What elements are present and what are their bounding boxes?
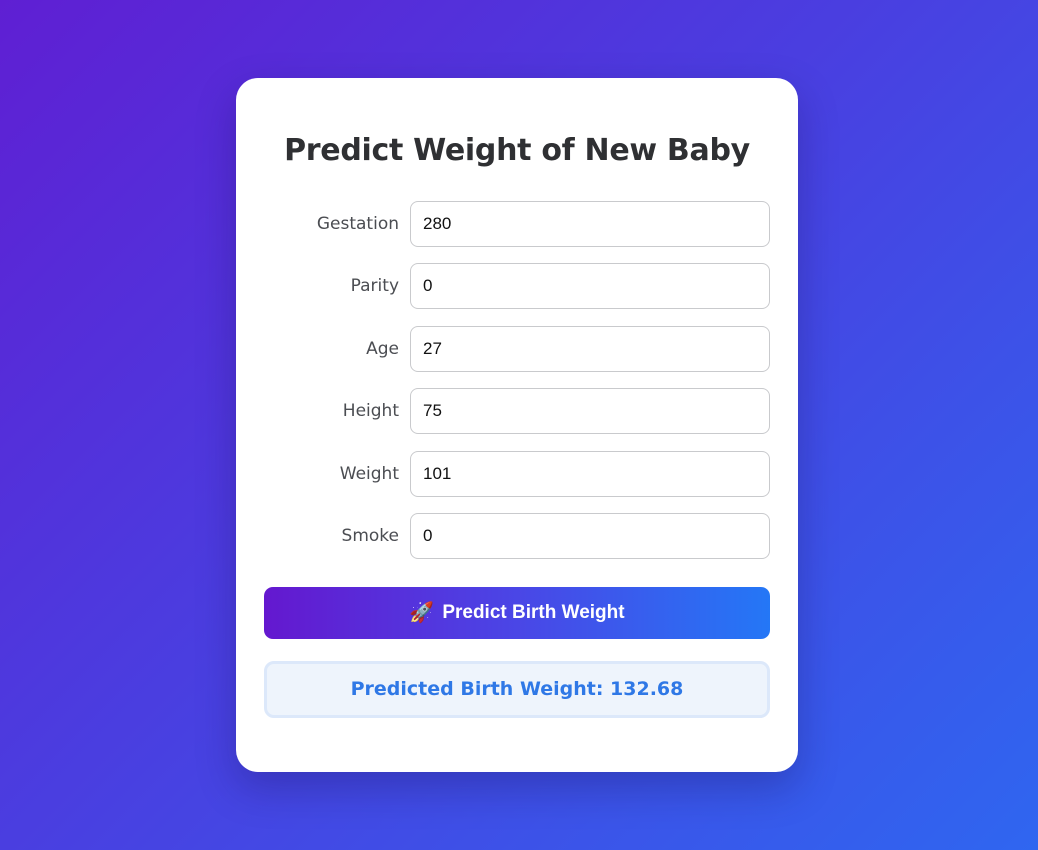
parity-row: Parity [264,263,770,309]
rocket-icon: 🚀 [409,602,435,624]
predict-birth-weight-button[interactable]: 🚀 Predict Birth Weight [264,587,770,639]
parity-input[interactable] [410,263,770,309]
height-label: Height [342,401,399,421]
age-input[interactable] [410,326,770,372]
gestation-input[interactable] [410,201,770,247]
age-label: Age [366,339,399,359]
height-input[interactable] [410,388,770,434]
weight-row: Weight [264,451,770,497]
parity-label: Parity [350,276,399,296]
smoke-row: Smoke [264,513,770,559]
weight-label: Weight [339,464,399,484]
weight-input[interactable] [410,451,770,497]
smoke-input[interactable] [410,513,770,559]
height-row: Height [264,388,770,434]
gestation-row: Gestation [264,201,770,247]
predict-button-label: Predict Birth Weight [442,602,625,623]
age-row: Age [264,326,770,372]
prediction-card: Predict Weight of New Baby Gestation Par… [236,78,798,772]
prediction-result: Predicted Birth Weight: 132.68 [264,661,770,718]
gestation-label: Gestation [316,214,399,234]
smoke-label: Smoke [341,526,399,546]
page-title: Predict Weight of New Baby [284,133,750,168]
